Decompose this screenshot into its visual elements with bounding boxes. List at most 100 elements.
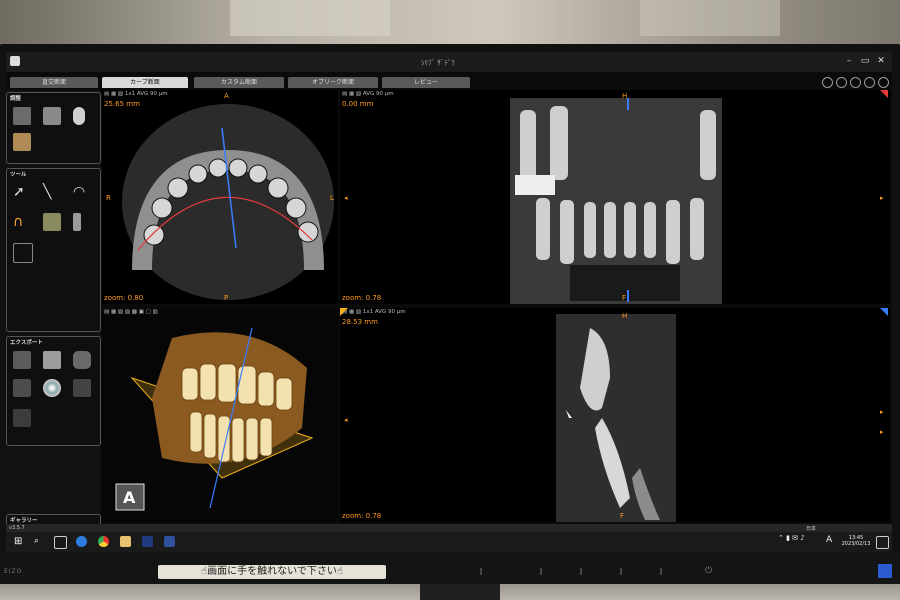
monitor-button[interactable]	[580, 568, 582, 575]
monitor-screen: ｼﾘﾌﾞ ｻﾞﾃﾞﾗ – ▭ ✕ 直交断面 カーブ断面 カスタム断面 オブリーク…	[6, 52, 892, 552]
windows-start-icon[interactable]: ⊞	[14, 536, 25, 547]
search-icon[interactable]: ⌕	[34, 536, 45, 547]
axial-label-right: L	[330, 194, 334, 202]
left-tool-panel: 調整 ツール ➚ ╲ ◠ ∩ エクスポート ギャラリー	[6, 90, 101, 530]
cross-label-top: H	[622, 312, 628, 320]
adjust-group-title: 調整	[10, 96, 22, 102]
monitor-button[interactable]	[540, 568, 542, 575]
app-logo-icon	[10, 56, 20, 66]
render3d-viewport[interactable]: ▤ ▦ ▧ ▨ ▩ ▣ ▢ ▥ A	[102, 308, 338, 522]
tab-curve[interactable]: カーブ断面	[102, 77, 188, 88]
render3d-image	[115, 327, 314, 511]
tab-orthogonal[interactable]: 直交断面	[10, 77, 98, 88]
contrast-icon[interactable]	[13, 107, 31, 125]
monitor-button[interactable]	[660, 568, 662, 575]
title-bar: ｼﾘﾌﾞ ｻﾞﾃﾞﾗ – ▭ ✕	[6, 52, 892, 72]
power-icon[interactable]: ⏻	[705, 566, 712, 576]
close-icon[interactable]: ✕	[876, 56, 886, 66]
panoramic-corner-marker	[880, 90, 888, 98]
energy-star-badge	[878, 564, 892, 578]
background-window	[640, 0, 780, 36]
settings-icon[interactable]	[836, 77, 847, 88]
maximize-icon[interactable]: ▭	[860, 56, 870, 66]
nerve-canal-icon[interactable]: ∩	[13, 213, 31, 231]
cross-section-viewport[interactable]: ▤ ▦ ▧ 1x1 AVG 90 μm 28.53 mm H F zoom: 0…	[340, 308, 890, 522]
background-window	[230, 0, 390, 36]
cross-corner-marker	[880, 308, 888, 316]
implant-icon[interactable]	[73, 107, 85, 125]
tools-group: ツール ➚ ╲ ◠ ∩	[6, 168, 101, 332]
axial-label-top: A	[224, 92, 229, 100]
axial-viewport[interactable]: ▤ ▦ ▧ 1x1 AVG 90 μm 25.65 mm A P R L zoo…	[102, 90, 338, 304]
implant-tool-icon[interactable]	[73, 213, 81, 231]
share-icon[interactable]	[864, 77, 875, 88]
system-tray-icons[interactable]: ⌃ ▮ ✉ ♪	[778, 535, 805, 542]
user-icon[interactable]	[822, 77, 833, 88]
axial-slice-image	[122, 104, 334, 300]
cross-zoom: zoom: 0.78	[342, 512, 382, 520]
status-small-label: 日本	[806, 526, 817, 532]
minimize-icon[interactable]: –	[844, 56, 854, 66]
import-icon[interactable]	[13, 409, 31, 427]
monitor-button[interactable]	[480, 568, 482, 575]
tools-group-title: ツール	[10, 172, 27, 178]
pointer-icon[interactable]: ➚	[13, 183, 31, 201]
panoramic-right-marker-icon[interactable]: ▸	[880, 194, 884, 202]
arch-curve-icon[interactable]	[43, 213, 61, 231]
ime-indicator[interactable]: A	[826, 536, 832, 545]
chrome-browser-icon[interactable]	[98, 536, 109, 547]
panoramic-left-marker-icon[interactable]: ◂	[344, 194, 348, 202]
axial-label-bottom: P	[224, 294, 229, 302]
task-view-icon[interactable]	[54, 536, 67, 549]
panoramic-label-top: H	[622, 92, 628, 100]
print-icon[interactable]	[43, 351, 61, 369]
panoramic-slice-image	[510, 98, 722, 304]
disc-icon[interactable]	[43, 379, 61, 397]
file-explorer-icon[interactable]	[120, 536, 131, 547]
axial-zoom: zoom: 0.80	[104, 294, 144, 302]
export-group-title: エクスポート	[10, 340, 43, 346]
panoramic-zoom: zoom: 0.78	[342, 294, 382, 302]
tab-oblique[interactable]: オブリーク断面	[288, 77, 378, 88]
monitor-button[interactable]	[620, 568, 622, 575]
angle-measure-icon[interactable]: ◠	[73, 183, 91, 201]
orientation-cube-label: A	[123, 488, 136, 507]
dental-viewer-icon[interactable]	[164, 536, 175, 547]
cross-left-marker-icon[interactable]: ◂	[344, 416, 348, 424]
axial-label-left: R	[106, 194, 111, 202]
gallery-label: ギャラリー	[10, 518, 38, 524]
os-taskbar: ⊞ ⌕ ⌃ ▮ ✉ ♪ A 13:45 2023/02/13	[6, 532, 892, 552]
skull-icon[interactable]	[43, 107, 61, 125]
export-image-icon[interactable]	[13, 351, 31, 369]
panoramic-viewport[interactable]: ▤ ▦ ▧ AVG 90 μm 0.00 mm H F zoom: 0.78 ◂…	[340, 90, 890, 304]
render-corner-marker	[340, 308, 348, 316]
edge-browser-icon[interactable]	[76, 536, 87, 547]
notification-icon[interactable]	[876, 536, 889, 549]
tab-custom[interactable]: カスタム断面	[194, 77, 284, 88]
panoramic-label-bottom: F	[622, 294, 627, 302]
folder-icon[interactable]	[13, 379, 31, 397]
monitor-brand-logo: EIZO	[4, 568, 23, 575]
monitor-bottom-bezel	[0, 552, 900, 584]
clock-date: 2023/02/13	[841, 541, 871, 547]
cross-section-image	[556, 314, 676, 522]
dental-app-icon[interactable]	[142, 536, 153, 547]
do-not-touch-sticker: ☝画面に手を触れないで下さい☝	[158, 565, 386, 579]
cross-right-marker2-icon[interactable]: ▸	[880, 428, 884, 436]
annotation-icon[interactable]	[13, 243, 33, 263]
tab-review[interactable]: レビュー	[382, 77, 470, 88]
help-icon[interactable]	[878, 77, 889, 88]
teeth-icon[interactable]	[13, 133, 31, 151]
monitor-stand	[420, 584, 500, 600]
cross-label-bottom: F	[620, 512, 625, 520]
camera-icon[interactable]	[73, 351, 91, 369]
adjust-group: 調整	[6, 92, 101, 164]
edit-icon[interactable]	[73, 379, 91, 397]
export-group: エクスポート	[6, 336, 101, 446]
info-icon[interactable]	[850, 77, 861, 88]
window-title: ｼﾘﾌﾞ ｻﾞﾃﾞﾗ	[421, 59, 455, 67]
status-bar: v3.5.7 日本	[6, 524, 892, 532]
line-measure-icon[interactable]: ╲	[43, 183, 61, 201]
clock[interactable]: 13:45 2023/02/13	[838, 535, 874, 547]
cross-right-marker-icon[interactable]: ▸	[880, 408, 884, 416]
